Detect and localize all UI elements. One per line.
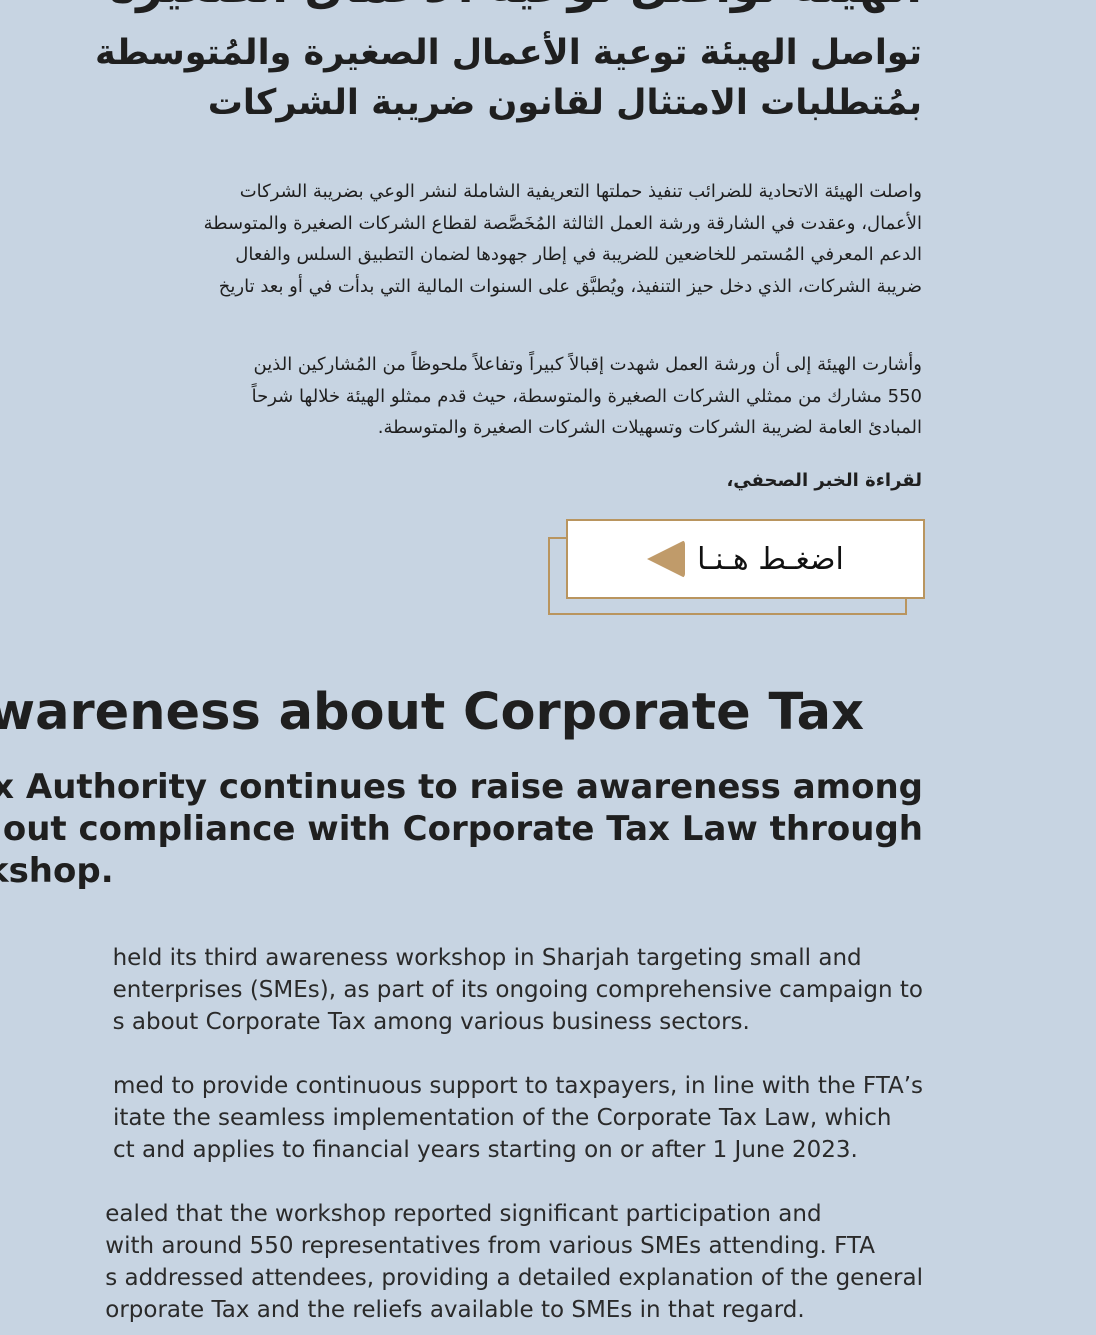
click-here-button[interactable]: اضغـط هـنـا [566, 519, 925, 599]
paragraph-line: orporate Tax and the reliefs available t… [105, 1297, 805, 1323]
paragraph-line: 550 مشارك من ممثلي الشركات الصغيرة والمت… [251, 385, 922, 407]
paragraph-line: واصلت الهيئة الاتحادية للضرائب تنفيذ حمل… [239, 181, 922, 202]
paragraph-line: ct and applies to financial years starti… [113, 1137, 858, 1163]
paragraph-line: الدعم المعرفي المُستمر للخاضعين للضريبة … [235, 244, 922, 265]
arabic-paragraph-1: واصلت الهيئة الاتحادية للضرائب تنفيذ حمل… [204, 176, 922, 302]
paragraph-line: with around 550 representatives from var… [105, 1233, 875, 1259]
paragraph-line: s about Corporate Tax among various busi… [112, 1009, 750, 1035]
arabic-paragraph-2: وأشارت الهيئة إلى أن ورشة العمل شهدت إقب… [252, 349, 922, 444]
arabic-subtitle: تواصل الهيئة توعية الأعمال الصغيرة والمُ… [22, 28, 922, 128]
click-here-button-label: اضغـط هـنـا [697, 541, 844, 577]
paragraph-line: المبادئ العامة لضريبة الشركات وتسهيلات ا… [377, 417, 922, 438]
english-headline: awareness about Corporate Tax [0, 683, 864, 742]
paragraph-line: itate the seamless implementation of the… [113, 1105, 892, 1131]
paragraph-line: held its third awareness workshop in Sha… [112, 945, 862, 971]
newsletter-page: الهيئة تواصل توعية الأعمال الصغيرة تواصل… [0, 0, 1096, 1335]
read-press-release-label: لقراءة الخبر الصحفي، [726, 470, 922, 491]
arabic-headline-cut: الهيئة تواصل توعية الأعمال الصغيرة [109, 0, 922, 14]
english-subtitle-line: ax Authority continues to raise awarenes… [0, 767, 923, 807]
english-paragraph-2: med to provide continuous support to tax… [113, 1070, 923, 1166]
paragraph-line: ealed that the workshop reported signifi… [105, 1201, 822, 1227]
paragraph-line: الأعمال، وعقدت في الشارقة ورشة العمل الث… [203, 212, 922, 234]
english-subtitle-line: out compliance with Corporate Tax Law th… [2, 809, 923, 849]
paragraph-line: وأشارت الهيئة إلى أن ورشة العمل شهدت إقب… [253, 354, 922, 375]
paragraph-line: med to provide continuous support to tax… [113, 1073, 923, 1099]
paragraph-line: enterprises (SMEs), as part of its ongoi… [112, 977, 923, 1003]
english-paragraph-3: ealed that the workshop reported signifi… [105, 1198, 923, 1326]
english-subtitle-line: rkshop. [0, 851, 114, 891]
paragraph-line: s addressed attendees, providing a detai… [105, 1265, 923, 1291]
click-here-button-wrapper: اضغـط هـنـا [548, 519, 925, 615]
english-subtitle: ax Authority continues to raise awarenes… [0, 766, 923, 892]
english-paragraph-1: held its third awareness workshop in Sha… [113, 942, 923, 1038]
arabic-subtitle-line: تواصل الهيئة توعية الأعمال الصغيرة والمُ… [95, 33, 922, 73]
arabic-subtitle-line: بمُتطلبات الامتثال لقانون ضريبة الشركات [207, 83, 922, 123]
arrow-left-icon [647, 540, 686, 578]
paragraph-line: ضريبة الشركات، الذي دخل حيز التنفيذ، ويُ… [218, 275, 922, 297]
